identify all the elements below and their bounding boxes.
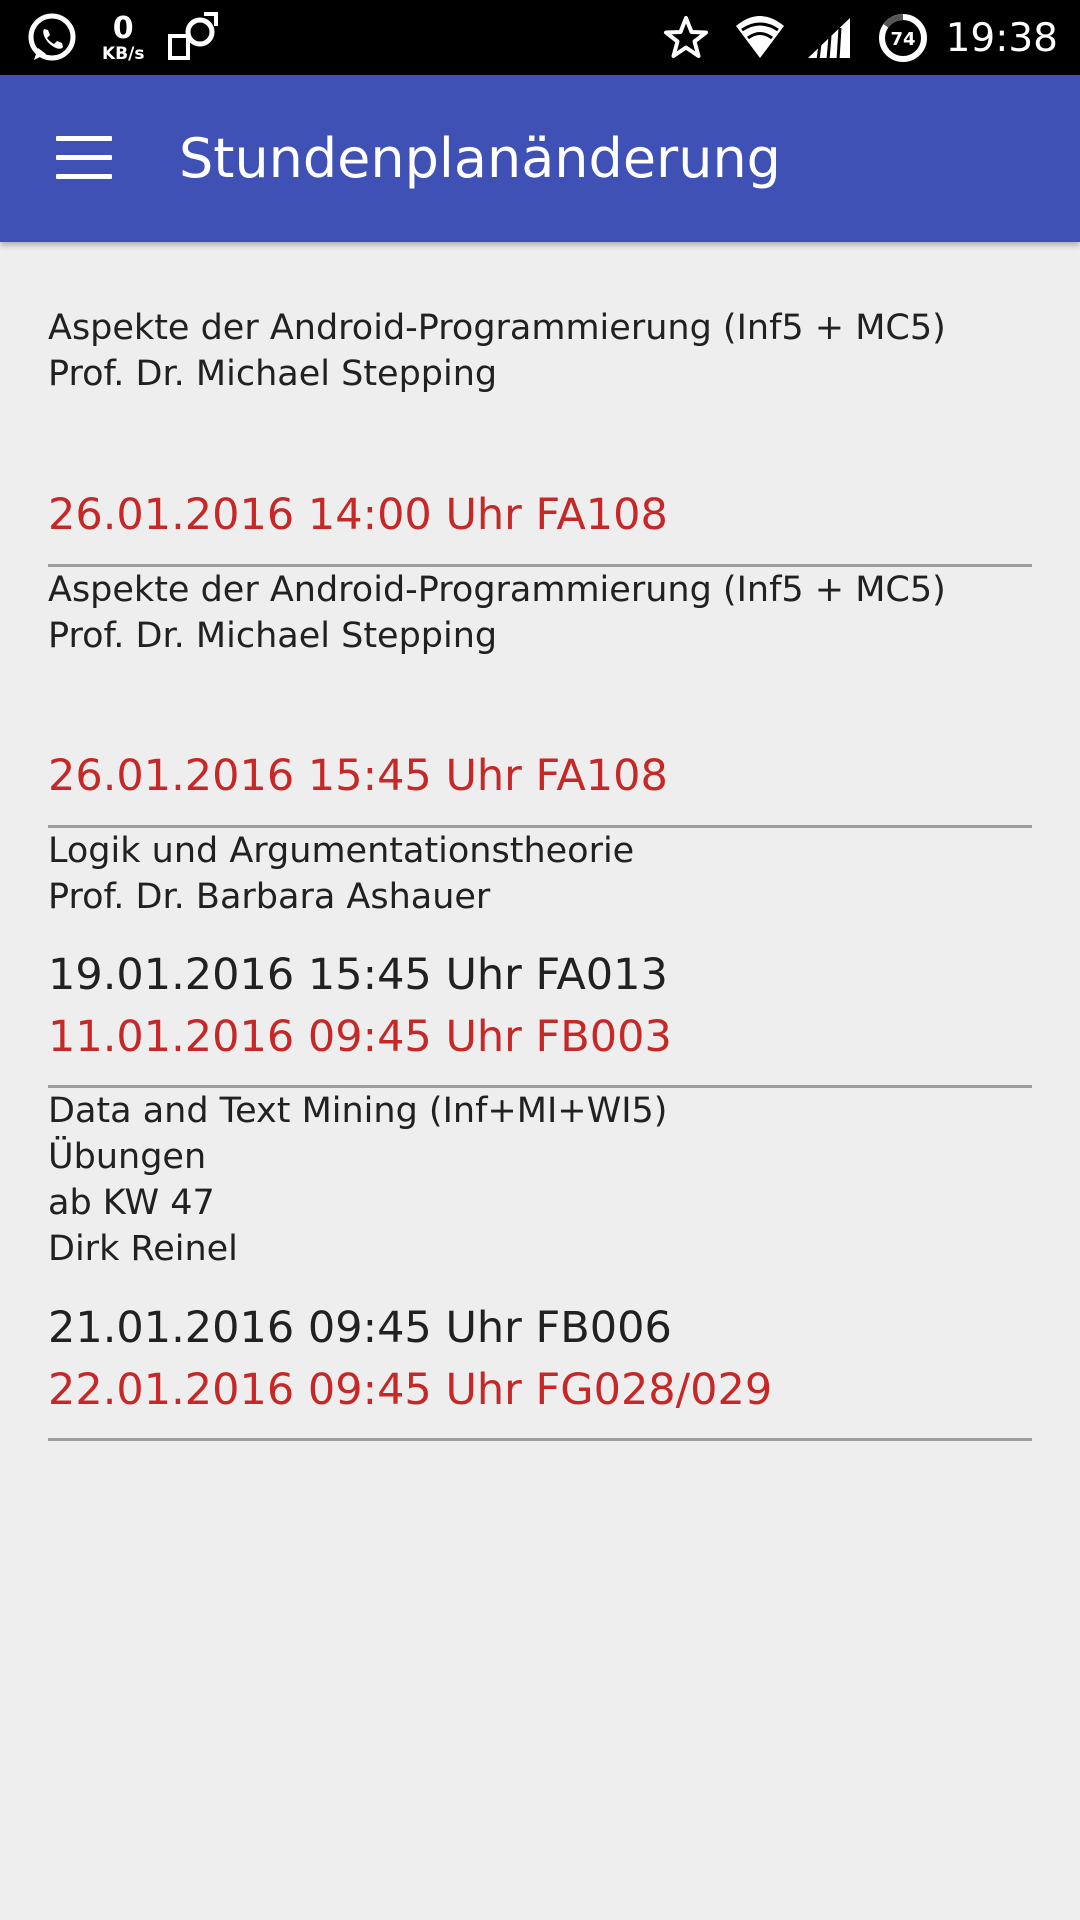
- lecturer: Prof. Dr. Michael Stepping: [48, 354, 498, 394]
- network-speed: 0 KB/s: [102, 10, 145, 64]
- status-bar-right: 74 19:38: [662, 10, 1058, 66]
- network-speed-unit: KB/s: [102, 43, 145, 64]
- network-speed-value: 0: [112, 10, 134, 46]
- new-date: 11.01.2016 09:45 Uhr FB003: [48, 1012, 672, 1062]
- date-block: 21.01.2016 09:45 Uhr FB006 22.01.2016 09…: [48, 1297, 1032, 1421]
- signal-icon: [804, 14, 854, 62]
- star-icon: [662, 14, 710, 62]
- battery-level: 74: [890, 29, 915, 50]
- app-bar: Stundenplanänderung: [0, 75, 1080, 242]
- new-date: 26.01.2016 14:00 Uhr FA108: [48, 490, 668, 540]
- page-title: Stundenplanänderung: [179, 127, 781, 190]
- course-title: Data and Text Mining (Inf+MI+WI5): [48, 1091, 668, 1131]
- list-item: Data and Text Mining (Inf+MI+WI5) Übunge…: [48, 1088, 1032, 1272]
- course-title: Aspekte der Android-Programmierung (Inf5…: [48, 570, 946, 610]
- hamburger-menu-icon[interactable]: [56, 136, 112, 180]
- course-detail: ab KW 47: [48, 1183, 215, 1223]
- battery-icon: 74: [878, 13, 928, 63]
- list-item: Logik und Argumentationstheorie Prof. Dr…: [48, 828, 1032, 920]
- status-bar-left: 0 KB/s: [24, 10, 220, 66]
- list-item: Aspekte der Android-Programmierung (Inf5…: [48, 567, 1032, 659]
- new-date: 22.01.2016 09:45 Uhr FG028/029: [48, 1365, 773, 1415]
- wifi-icon: [734, 14, 786, 62]
- new-date: 26.01.2016 15:45 Uhr FA108: [48, 751, 668, 801]
- course-title: Aspekte der Android-Programmierung (Inf5…: [48, 308, 946, 348]
- whatsapp-icon: [24, 10, 80, 66]
- divider: [48, 1438, 1032, 1441]
- lecturer: Dirk Reinel: [48, 1229, 238, 1269]
- course-title: Logik und Argumentationstheorie: [48, 831, 635, 871]
- date-block: 19.01.2016 15:45 Uhr FA013 11.01.2016 09…: [48, 944, 1032, 1068]
- date-block: 26.01.2016 15:45 Uhr FA108: [48, 745, 1032, 807]
- course-detail: Übungen: [48, 1137, 207, 1177]
- date-block: 26.01.2016 14:00 Uhr FA108: [48, 484, 1032, 546]
- old-date: 21.01.2016 09:45 Uhr FB006: [48, 1303, 672, 1353]
- status-bar-time: 19:38: [945, 15, 1058, 61]
- lecturer: Prof. Dr. Barbara Ashauer: [48, 877, 491, 917]
- old-date: 19.01.2016 15:45 Uhr FA013: [48, 950, 668, 1000]
- status-bar: 0 KB/s 74 19:38: [0, 0, 1080, 75]
- screen-rotate-icon: [164, 10, 220, 66]
- list-item: Aspekte der Android-Programmierung (Inf5…: [48, 305, 1032, 397]
- lecturer: Prof. Dr. Michael Stepping: [48, 616, 498, 656]
